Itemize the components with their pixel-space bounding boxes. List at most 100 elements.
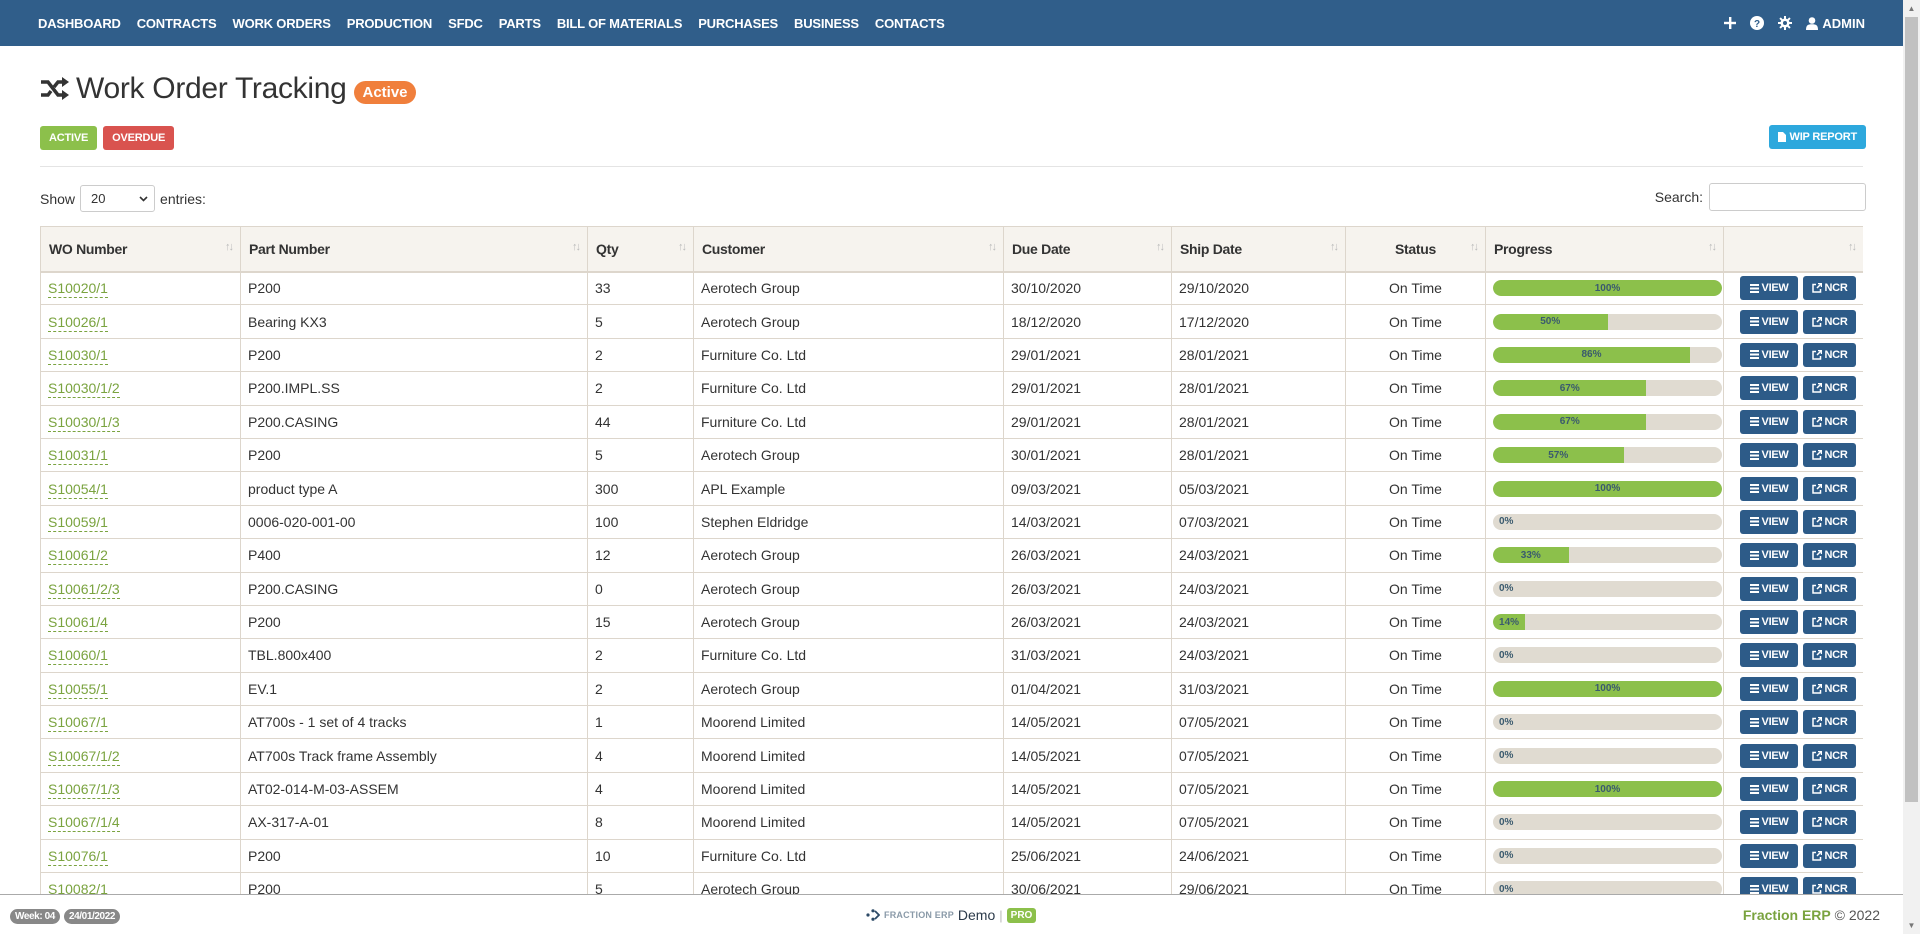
nav-right-tools: ? ADMIN [1724,0,1865,46]
wo-number-link[interactable]: S10076/1 [48,847,108,866]
search-input[interactable] [1709,183,1866,211]
ncr-button[interactable]: NCR [1803,276,1856,301]
ncr-button[interactable]: NCR [1803,409,1856,434]
wo-number-link[interactable]: S10061/2 [48,547,108,566]
column-header-customer[interactable]: Customer ↑↓ [693,226,1004,273]
view-button[interactable]: VIEW [1740,643,1798,668]
wo-number-link[interactable]: S10055/1 [48,680,108,699]
plus-icon[interactable] [1724,17,1737,29]
ncr-button[interactable]: NCR [1803,443,1856,468]
nav-parts[interactable]: PARTS [499,16,541,31]
column-header-status[interactable]: Status ↑↓ [1345,226,1486,273]
progress-bar-fill: 100% [1493,680,1722,697]
ncr-button[interactable]: NCR [1803,610,1856,635]
view-button[interactable]: VIEW [1740,409,1798,434]
wo-number-link[interactable]: S10067/1/4 [48,814,120,833]
ncr-button[interactable]: NCR [1803,843,1856,868]
nav-dashboard[interactable]: DASHBOARD [38,16,121,31]
ncr-button[interactable]: NCR [1803,543,1856,568]
ncr-button[interactable]: NCR [1803,743,1856,768]
ncr-button[interactable]: NCR [1803,509,1856,534]
column-header-actions[interactable]: ↑↓ [1723,226,1863,273]
column-header-part-number[interactable]: Part Number ↑↓ [240,226,588,273]
ncr-button[interactable]: NCR [1803,342,1856,367]
progress-bar-track: 0% [1493,847,1722,864]
nav-business[interactable]: BUSINESS [794,16,859,31]
view-button[interactable]: VIEW [1740,710,1798,735]
ncr-button[interactable]: NCR [1803,643,1856,668]
nav-work-orders[interactable]: WORK ORDERS [233,16,331,31]
view-button[interactable]: VIEW [1740,843,1798,868]
ncr-button[interactable]: NCR [1803,309,1856,334]
view-button[interactable]: VIEW [1740,342,1798,367]
ncr-button[interactable]: NCR [1803,710,1856,735]
page-length-select[interactable]: 20 [80,185,156,212]
view-button[interactable]: VIEW [1740,276,1798,301]
scroll-thumb[interactable] [1905,17,1918,802]
view-button[interactable]: VIEW [1740,476,1798,501]
nav-contacts[interactable]: CONTACTS [875,16,945,31]
wo-number-link[interactable]: S10067/1/2 [48,747,120,766]
wo-number-link[interactable]: S10082/1 [48,881,108,894]
view-button[interactable]: VIEW [1740,309,1798,334]
view-button[interactable]: VIEW [1740,877,1798,894]
view-button[interactable]: VIEW [1740,777,1798,802]
column-header-progress[interactable]: Progress ↑↓ [1485,226,1724,273]
progress-bar-fill: 67% [1493,413,1647,430]
ncr-button[interactable]: NCR [1803,376,1856,401]
wo-number-link[interactable]: S10067/1/3 [48,781,120,800]
view-button[interactable]: VIEW [1740,810,1798,835]
ncr-button[interactable]: NCR [1803,877,1856,894]
ncr-button[interactable]: NCR [1803,810,1856,835]
wip-report-button[interactable]: WIP REPORT [1768,125,1866,149]
progress-bar-fill: 0% [1493,514,1722,530]
wo-number-link[interactable]: S10031/1 [48,447,108,466]
overdue-filter-button[interactable]: OVERDUE [103,126,175,150]
active-filter-button[interactable]: ACTIVE [40,126,98,150]
wo-number-link[interactable]: S10061/4 [48,614,108,633]
view-button[interactable]: VIEW [1740,543,1798,568]
wo-number-link[interactable]: S10030/1/2 [48,380,120,399]
nav-bill-of-materials[interactable]: BILL OF MATERIALS [557,16,683,31]
ncr-button[interactable]: NCR [1803,476,1856,501]
view-button[interactable]: VIEW [1740,376,1798,401]
actions-cell: VIEW NCR [1723,471,1863,506]
ncr-button[interactable]: NCR [1803,777,1856,802]
wo-number-link[interactable]: S10061/2/3 [48,580,120,599]
nav-sfdc[interactable]: SFDC [448,16,483,31]
view-button[interactable]: VIEW [1740,509,1798,534]
footer-brand: FRACTION ERP Demo | PRO [866,907,1037,923]
due-date-cell: 14/05/2021 [1003,805,1172,840]
nav-contracts[interactable]: CONTRACTS [137,16,217,31]
column-header-wo-number[interactable]: WO Number ↑↓ [40,226,241,273]
column-header-qty[interactable]: Qty ↑↓ [587,226,694,273]
wo-number-link[interactable]: S10030/1 [48,346,108,365]
view-button[interactable]: VIEW [1740,576,1798,601]
scroll-down-arrow-icon[interactable]: ▼ [1903,917,1920,934]
ncr-button[interactable]: NCR [1803,676,1856,701]
wo-number-link[interactable]: S10059/1 [48,513,108,532]
nav-production[interactable]: PRODUCTION [347,16,433,31]
wo-number-link[interactable]: S10026/1 [48,313,108,332]
gear-icon[interactable] [1778,16,1793,30]
wo-number-link[interactable]: S10020/1 [48,280,108,299]
view-button[interactable]: VIEW [1740,676,1798,701]
view-button[interactable]: VIEW [1740,443,1798,468]
view-button[interactable]: VIEW [1740,610,1798,635]
view-button[interactable]: VIEW [1740,743,1798,768]
scroll-up-arrow-icon[interactable]: ▲ [1903,0,1920,17]
user-menu[interactable]: ADMIN [1806,16,1865,31]
page-scrollbar[interactable]: ▲ ▼ [1903,0,1920,934]
customer-cell: Furniture Co. Ltd [693,638,1004,673]
ncr-button[interactable]: NCR [1803,576,1856,601]
sort-icon: ↑↓ [988,241,997,253]
help-icon[interactable]: ? [1750,16,1765,30]
nav-purchases[interactable]: PURCHASES [698,16,778,31]
wo-number-link[interactable]: S10054/1 [48,480,108,499]
wo-number-link[interactable]: S10060/1 [48,647,108,666]
column-header-ship-date[interactable]: Ship Date ↑↓ [1171,226,1346,273]
column-header-due-date[interactable]: Due Date ↑↓ [1003,226,1172,273]
wo-number-link[interactable]: S10030/1/3 [48,413,120,432]
wo-number-cell: S10059/1 [40,504,241,540]
wo-number-link[interactable]: S10067/1 [48,714,108,733]
